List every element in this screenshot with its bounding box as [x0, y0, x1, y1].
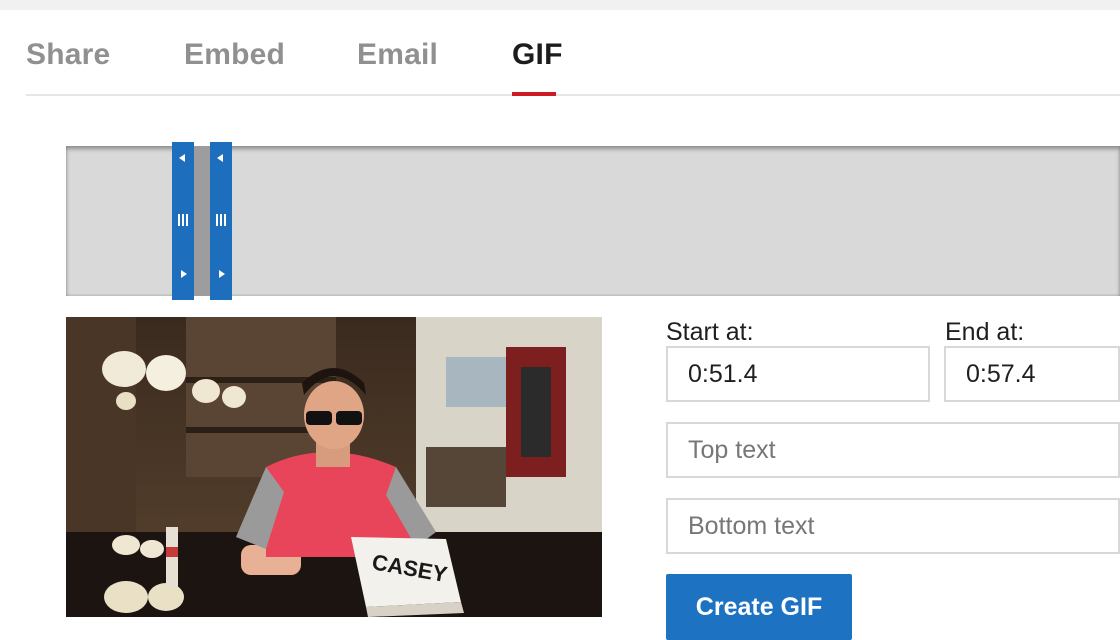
- bottom-text-input[interactable]: [666, 498, 1120, 554]
- create-gif-button[interactable]: Create GIF: [666, 574, 852, 640]
- arrow-right-icon: [219, 270, 225, 278]
- share-tabs: Share Embed Email GIF: [26, 26, 1120, 96]
- tab-share[interactable]: Share: [26, 38, 110, 72]
- end-at-label: End at:: [945, 318, 1025, 346]
- grip-icon: [178, 214, 188, 226]
- selected-range: [194, 146, 210, 296]
- gif-preview: CASEY: [66, 317, 602, 617]
- top-text-input[interactable]: [666, 422, 1120, 478]
- arrow-right-icon: [181, 270, 187, 278]
- start-at-label: Start at:: [666, 318, 754, 346]
- top-strip: [0, 0, 1120, 10]
- tab-gif[interactable]: GIF: [512, 38, 563, 72]
- end-at-input[interactable]: [944, 346, 1120, 402]
- start-at-input[interactable]: [666, 346, 930, 402]
- grip-icon: [216, 214, 226, 226]
- active-tab-underline: [512, 92, 556, 96]
- end-handle[interactable]: [210, 142, 232, 300]
- timeline-selection[interactable]: [172, 142, 232, 300]
- arrow-left-icon: [217, 154, 223, 162]
- preview-frame: CASEY: [66, 317, 602, 617]
- tab-embed[interactable]: Embed: [184, 38, 285, 72]
- start-handle[interactable]: [172, 142, 194, 300]
- tab-email[interactable]: Email: [357, 38, 438, 72]
- arrow-left-icon: [179, 154, 185, 162]
